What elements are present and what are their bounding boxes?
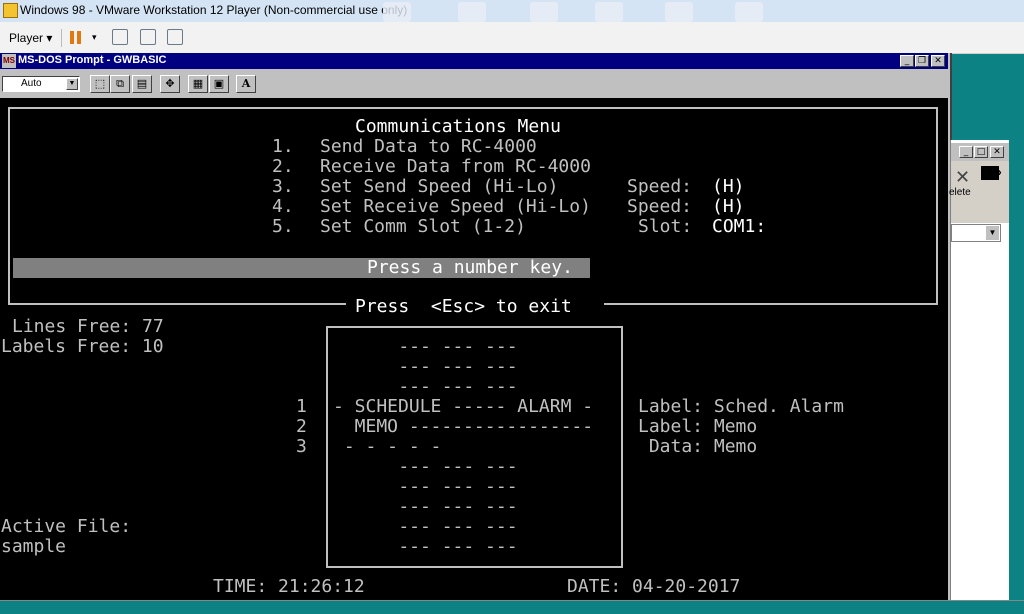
font-size-value: Auto [21, 78, 42, 89]
console-screen[interactable]: Communications Menu 1. Send Data to RC-4… [0, 98, 948, 600]
memory-row-number: 1 [296, 396, 307, 417]
prompt-text: Press a number key. [367, 257, 573, 278]
menu-item-value: COM1: [712, 216, 767, 237]
delete-icon[interactable]: ✕ [955, 167, 970, 188]
host-status-bar [0, 600, 1024, 614]
menu-item-number: 1. [272, 136, 294, 157]
address-select[interactable]: ▼ [951, 224, 1001, 242]
desktop-icon-ghost [665, 2, 693, 22]
dos-toolbar: Auto ▼ ⬚ ⧉ ▤ ✥ ▦ ▣ A [0, 69, 948, 98]
desktop-icon-ghost [735, 2, 763, 22]
font-size-select[interactable]: Auto ▼ [2, 76, 80, 92]
close-button[interactable]: ✕ [990, 146, 1004, 158]
background-icon[interactable]: ▣ [209, 75, 229, 93]
host-title-bar: Windows 98 - VMware Workstation 12 Playe… [0, 0, 1024, 22]
desktop-icon-ghost [458, 2, 486, 22]
restore-button[interactable]: ❐ [915, 55, 929, 67]
background-window-toolbar: ✕ elete » [949, 161, 1009, 223]
memory-row: --- --- --- [355, 376, 518, 397]
properties-icon[interactable]: ▦ [188, 75, 208, 93]
active-file-label: Active File: [1, 516, 132, 537]
exit-hint: Press <Esc> to exit [355, 296, 572, 317]
maximize-button[interactable]: □ [974, 146, 988, 158]
chevron-down-icon[interactable]: ▼ [66, 78, 78, 90]
time-display: TIME: 21:26:12 [213, 576, 365, 597]
menu-item-label: Send Data to RC-4000 [320, 136, 537, 157]
menu-item-label: Set Send Speed (Hi-Lo) [320, 176, 559, 197]
host-toolbar: Player ▾ ▾ [0, 22, 1024, 54]
vmware-logo-icon [3, 3, 18, 18]
menu-title: Communications Menu [355, 116, 561, 137]
host-window-title: Windows 98 - VMware Workstation 12 Playe… [20, 3, 408, 17]
msdos-icon: MS [2, 54, 16, 68]
memory-row-number: 2 [296, 416, 307, 437]
pause-icon[interactable] [70, 31, 82, 44]
send-ctrl-alt-del-icon[interactable] [112, 29, 128, 45]
memory-row: --- --- --- [355, 336, 518, 357]
minimize-button[interactable]: _ [959, 146, 973, 158]
menu-item-value: (H) [712, 196, 745, 217]
memory-row: - SCHEDULE ----- ALARM - [333, 396, 594, 417]
desktop-icon-ghost [383, 2, 411, 22]
memory-row: --- --- --- [355, 496, 518, 517]
active-file-name: sample [1, 536, 67, 557]
background-window-title-bar: _ □ ✕ [951, 143, 1009, 161]
background-window[interactable]: _ □ ✕ ✕ elete » ▼ [949, 140, 1009, 600]
memory-row: --- --- --- [355, 476, 518, 497]
full-screen-icon[interactable]: ✥ [160, 75, 180, 93]
menu-item-label: Set Receive Speed (Hi-Lo) [320, 196, 591, 217]
unity-mode-icon[interactable] [167, 29, 183, 45]
memory-label: Label: Memo [638, 416, 758, 437]
memory-row-number: 3 [296, 436, 307, 457]
player-menu-button[interactable]: Player ▾ [9, 31, 52, 45]
memory-row: --- --- --- [355, 456, 518, 477]
msdos-window: MS MS-DOS Prompt - GWBASIC _ ❐ ✕ Auto ▼ … [0, 53, 952, 600]
date-display: DATE: 04-20-2017 [567, 576, 741, 597]
menu-item-number: 2. [272, 156, 294, 177]
menu-item-field: Speed: [627, 176, 693, 197]
chevron-icon[interactable]: » [995, 165, 1002, 179]
mark-icon[interactable]: ⬚ [90, 75, 110, 93]
menu-item-number: 4. [272, 196, 294, 217]
menu-item-number: 5. [272, 216, 294, 237]
menu-item-field: Speed: [627, 196, 693, 217]
dos-window-title: MS-DOS Prompt - GWBASIC [18, 54, 167, 66]
desktop-icon-ghost [530, 2, 558, 22]
memory-row: --- --- --- [355, 356, 518, 377]
menu-item-number: 3. [272, 176, 294, 197]
dos-title-bar: MS MS-DOS Prompt - GWBASIC _ ❐ ✕ [0, 53, 948, 69]
memory-row: --- --- --- [355, 516, 518, 537]
desktop-icon-ghost [595, 2, 623, 22]
menu-item-field: Slot: [638, 216, 693, 237]
pause-dropdown-icon[interactable]: ▾ [92, 32, 97, 43]
menu-item-label: Set Comm Slot (1-2) [320, 216, 526, 237]
memory-row: - - - - - [333, 436, 442, 457]
toolbar-separator [61, 29, 62, 47]
memory-row: MEMO ----------------- [333, 416, 594, 437]
copy-icon[interactable]: ⧉ [110, 75, 130, 93]
close-button[interactable]: ✕ [931, 55, 945, 67]
paste-icon[interactable]: ▤ [132, 75, 152, 93]
chevron-down-icon[interactable]: ▼ [986, 226, 999, 240]
menu-item-value: (H) [712, 176, 745, 197]
delete-label: elete [949, 187, 971, 198]
memory-label: Data: Memo [638, 436, 758, 457]
menu-item-label: Receive Data from RC-4000 [320, 156, 591, 177]
memory-row: --- --- --- [355, 536, 518, 557]
lines-free: Lines Free: 77 [12, 316, 164, 337]
labels-free: Labels Free: 10 [1, 336, 164, 357]
memory-label: Label: Sched. Alarm [638, 396, 844, 417]
fit-window-icon[interactable] [140, 29, 156, 45]
minimize-button[interactable]: _ [900, 55, 914, 67]
font-button[interactable]: A [236, 75, 256, 93]
